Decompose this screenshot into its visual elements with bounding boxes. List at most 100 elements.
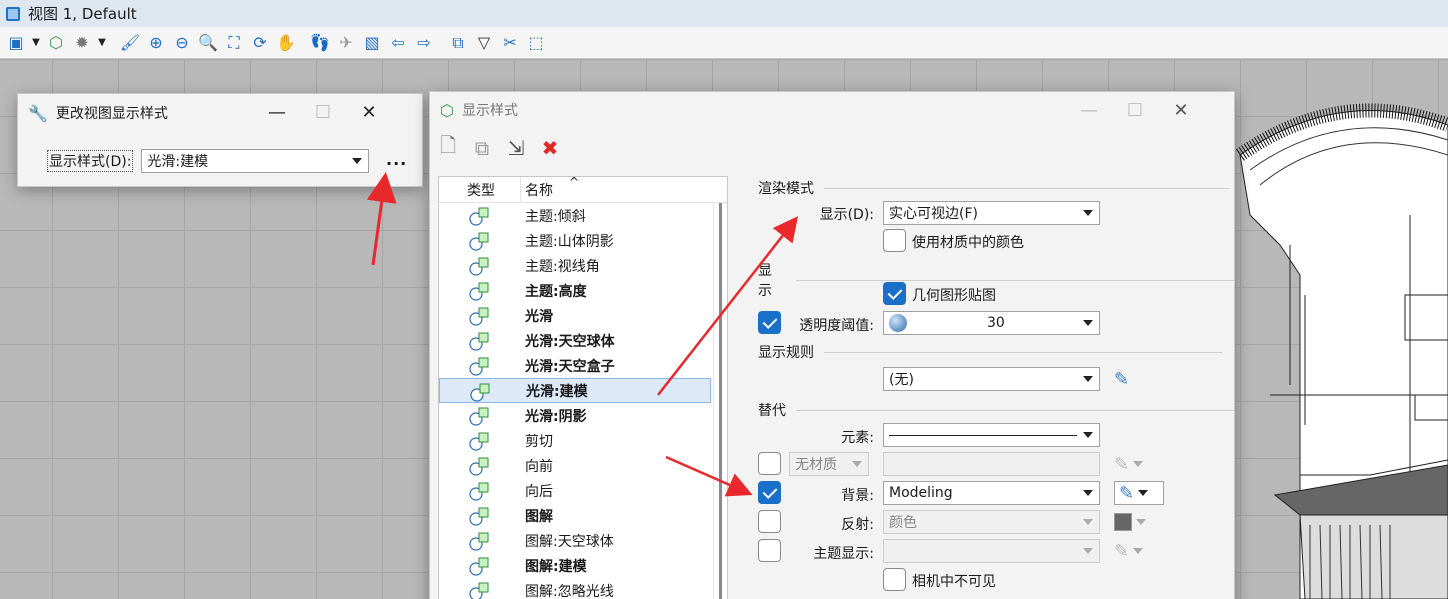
list-item[interactable]: 图解:忽略光线: [439, 578, 727, 599]
display-style-item-icon: [469, 431, 491, 451]
list-item[interactable]: 图解: [439, 503, 727, 528]
column-name-header[interactable]: 名称 ^: [521, 177, 727, 202]
material-value: 无材质: [795, 457, 837, 473]
display-style-item-icon: [469, 531, 491, 551]
display-style-item-icon: [469, 456, 491, 476]
list-item[interactable]: 图解:天空球体: [439, 528, 727, 553]
background-override-checkbox[interactable]: [758, 481, 781, 504]
fit-view-icon[interactable]: ⛶: [222, 31, 246, 55]
display-style-item-icon: [469, 481, 491, 501]
list-item-name: 光滑: [525, 308, 553, 325]
lighting-icon[interactable]: ✹: [70, 31, 94, 55]
display-style-item-icon: [469, 206, 491, 226]
dialog-title: 更改视图显示样式: [55, 106, 168, 122]
display-mode-select[interactable]: 实心可视边(F): [883, 201, 1100, 225]
rotate-view-icon[interactable]: ⟳: [248, 31, 272, 55]
sphere-icon: [889, 314, 907, 332]
zoom-in-icon[interactable]: ⊕: [144, 31, 168, 55]
chevron-down-icon: [852, 461, 862, 467]
display-style-item-icon: [469, 356, 491, 376]
wrench-icon: 🔧: [28, 103, 48, 123]
display-style-item-icon: [469, 506, 491, 526]
list-item[interactable]: 光滑:天空球体: [439, 328, 727, 353]
import-style-icon[interactable]: ⇲: [502, 132, 530, 164]
view-toolbar: ▣ ▼ ⬡ ✹ ▼ 🖌 ⊕ ⊖ 🔍 ⛶ ⟳ ✋ 👣 ✈ ▧ ⇦ ⇨ ⧉ ▽ ✂ …: [0, 27, 1448, 59]
more-options-button[interactable]: ...: [386, 150, 407, 169]
list-item[interactable]: 向前: [439, 453, 727, 478]
view-attributes-dropdown-icon[interactable]: ▼: [30, 31, 42, 55]
list-item-name: 图解: [525, 508, 553, 525]
pencil-edit-icon: ✎: [1119, 482, 1135, 504]
copy-style-icon[interactable]: ⧉: [468, 132, 496, 164]
close-button[interactable]: ✕: [1158, 92, 1204, 128]
view-volume-icon[interactable]: ▽: [472, 31, 496, 55]
list-item[interactable]: 主题:倾斜: [439, 203, 727, 228]
list-item[interactable]: 向后: [439, 478, 727, 503]
edit-rules-button[interactable]: ✎: [1114, 367, 1164, 391]
list-item[interactable]: 剪切: [439, 428, 727, 453]
reflection-color-button: [1114, 510, 1164, 534]
display-style-select[interactable]: 光滑:建模: [141, 149, 370, 173]
column-type-header[interactable]: 类型: [439, 177, 521, 202]
element-line-style-select[interactable]: [883, 423, 1100, 447]
close-button[interactable]: ✕: [346, 94, 392, 130]
camera-icon[interactable]: ▧: [360, 31, 384, 55]
list-item[interactable]: 光滑:天空盒子: [439, 353, 727, 378]
display-style-item-icon: [470, 382, 492, 402]
theme-display-override-checkbox[interactable]: [758, 539, 781, 562]
color-swatch: [1114, 513, 1132, 531]
delete-style-icon[interactable]: ✖: [536, 132, 564, 164]
reflection-override-checkbox[interactable]: [758, 510, 781, 533]
view-window-icon: [6, 6, 20, 21]
list-item-name: 向后: [525, 483, 553, 500]
list-item[interactable]: 主题:视线角: [439, 253, 727, 278]
fly-icon[interactable]: ✈: [334, 31, 358, 55]
geometry-map-checkbox[interactable]: [883, 282, 906, 305]
invisible-in-camera-checkbox[interactable]: [883, 568, 906, 591]
zoom-window-icon[interactable]: 🔍: [196, 31, 220, 55]
clip-mask-icon[interactable]: ⬚: [524, 31, 548, 55]
clip-volume-icon[interactable]: ✂: [498, 31, 522, 55]
reflection-select: 颜色: [883, 510, 1100, 534]
walk-footprint-icon[interactable]: 👣: [308, 31, 332, 55]
list-item[interactable]: 光滑: [439, 303, 727, 328]
lighting-dropdown-icon[interactable]: ▼: [96, 31, 108, 55]
use-material-color-checkbox[interactable]: [883, 229, 906, 252]
display-rules-select[interactable]: (无): [883, 367, 1100, 391]
list-item[interactable]: 主题:山体阴影: [439, 228, 727, 253]
material-override-checkbox[interactable]: [758, 452, 781, 475]
background-edit-button[interactable]: ✎: [1114, 481, 1164, 505]
list-item[interactable]: 图解:建模: [439, 553, 727, 578]
chevron-down-icon: [1083, 519, 1093, 525]
background-select[interactable]: Modeling: [883, 481, 1100, 505]
zoom-out-icon[interactable]: ⊖: [170, 31, 194, 55]
list-item[interactable]: 光滑:建模: [439, 378, 711, 403]
display-style-item-icon: [469, 281, 491, 301]
overrides-section: 替代: [758, 400, 1234, 420]
copy-view-icon[interactable]: ⧉: [446, 31, 470, 55]
pan-hand-icon[interactable]: ✋: [274, 31, 298, 55]
view-attributes-icon[interactable]: ▣: [4, 31, 28, 55]
minimize-button[interactable]: —: [254, 94, 300, 130]
chevron-down-icon: [1083, 320, 1093, 326]
pencil-edit-icon: ✎: [1114, 368, 1130, 390]
brush-icon[interactable]: 🖌: [118, 31, 142, 55]
next-view-icon[interactable]: ⇨: [412, 31, 436, 55]
list-item-name: 图解:忽略光线: [525, 583, 614, 599]
list-item[interactable]: 主题:高度: [439, 278, 727, 303]
display-style-icon[interactable]: ⬡: [44, 31, 68, 55]
list-scrollbar[interactable]: [713, 203, 727, 599]
style-list[interactable]: 类型 名称 ^ 主题:倾斜主题:山体阴影主题:视线角 主题:高度光滑光滑:天空球体…: [438, 176, 728, 599]
new-style-icon[interactable]: 🗋: [434, 132, 462, 164]
transparency-threshold-select[interactable]: 30: [883, 311, 1100, 335]
list-item[interactable]: 光滑:阴影: [439, 403, 727, 428]
transparency-threshold-checkbox[interactable]: [758, 311, 781, 334]
dialog-title: 显示样式: [461, 103, 518, 119]
theme-display-label: 主题显示:: [813, 546, 874, 562]
display-style-item-icon: [469, 581, 491, 599]
previous-view-icon[interactable]: ⇦: [386, 31, 410, 55]
invisible-in-camera-label: 相机中不可见: [912, 574, 996, 590]
scrollbar-thumb[interactable]: [719, 203, 722, 599]
overrides-heading: 替代: [758, 403, 786, 419]
list-item-name: 主题:山体阴影: [525, 233, 614, 250]
